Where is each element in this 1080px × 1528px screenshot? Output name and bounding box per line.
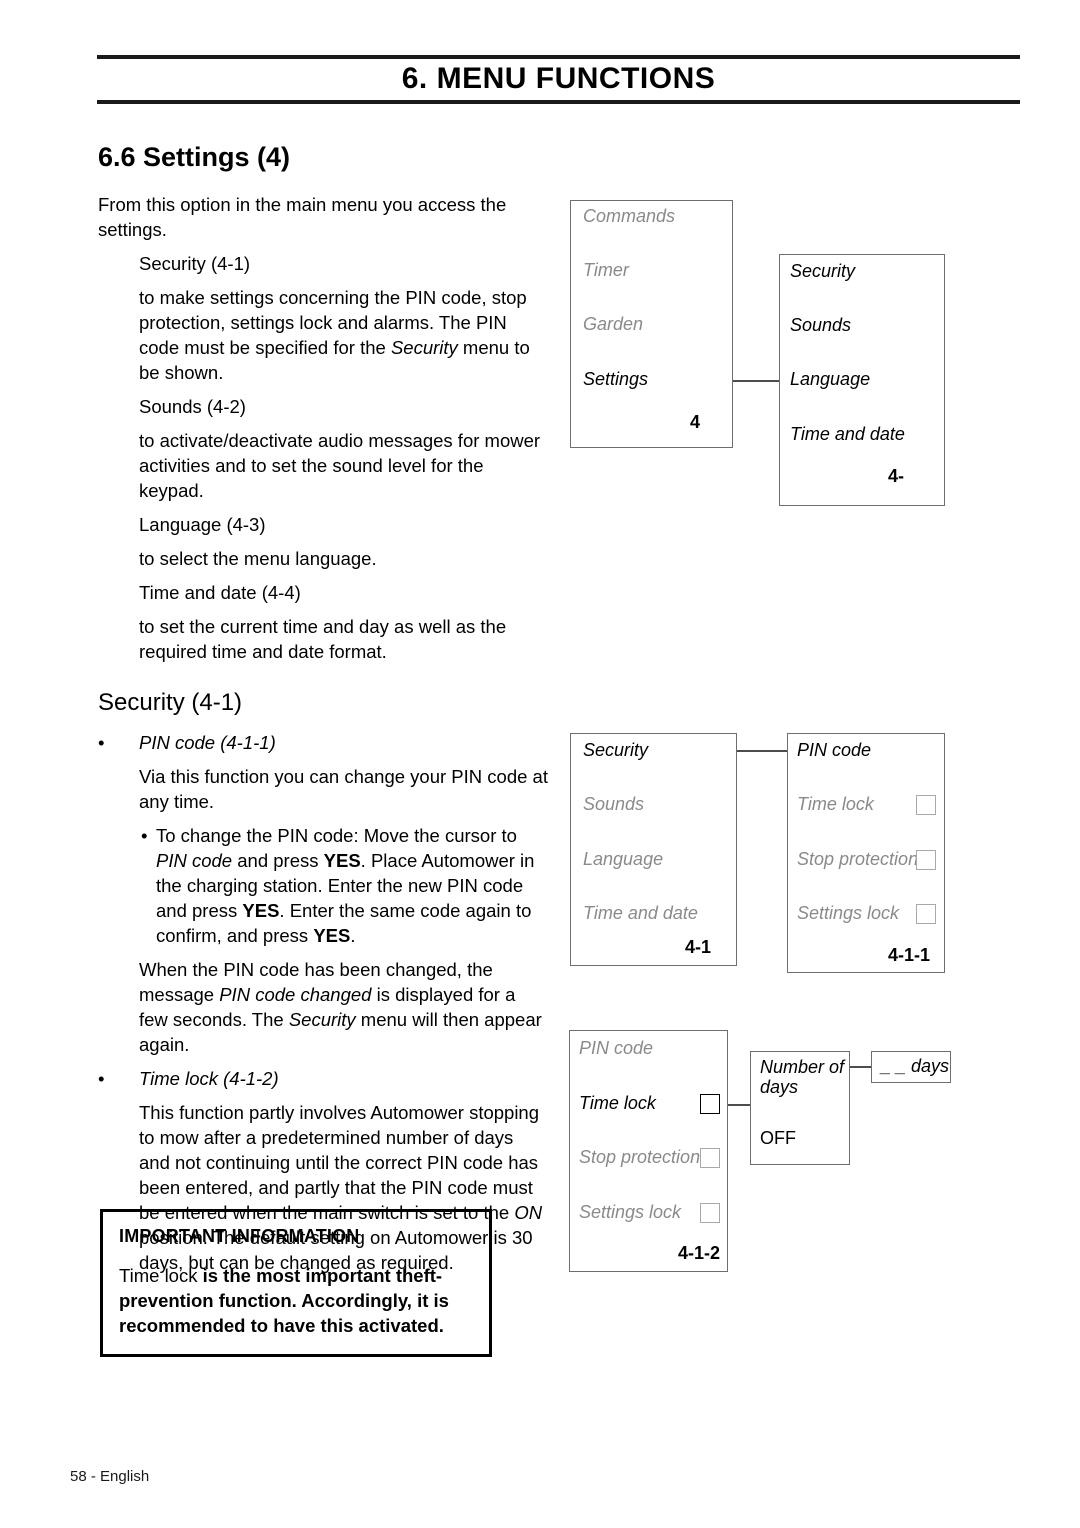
diagram2-item-time-and-date[interactable]: Time and date: [583, 903, 698, 924]
pin-code-changed-paragraph: When the PIN code has been changed, the …: [139, 959, 542, 1055]
diagram3-label-number-of: Number of: [760, 1057, 845, 1077]
item-title-time-and-date: Time and date (4-4): [139, 582, 301, 603]
page-footer: 58 - English: [70, 1468, 150, 1485]
pin-code-intro: Via this function you can change your PI…: [139, 766, 548, 812]
section-heading: 6.6 Settings (4): [98, 142, 291, 172]
important-information-lead: Time lock: [119, 1265, 203, 1286]
item-desc-security: to make settings concerning the PIN code…: [139, 287, 530, 383]
diagram1-item-language[interactable]: Language: [790, 369, 870, 390]
diagram1-connector: [733, 380, 779, 382]
sub-bullet-change-pin: • To change the PIN code: Move the curso…: [139, 823, 548, 948]
diagram1-item-security[interactable]: Security: [790, 261, 855, 282]
important-information-box: IMPORTANT INFORMATION Time lock is the m…: [100, 1209, 492, 1357]
bullet-icon: •: [141, 825, 148, 846]
diagram2-code-security: 4-1: [685, 937, 712, 957]
diagram1-item-settings[interactable]: Settings: [583, 369, 648, 390]
diagram2-checkbox-stop-protection[interactable]: [916, 850, 936, 870]
diagram2-item-pin-code[interactable]: PIN code: [797, 740, 871, 761]
diagram1-item-sounds[interactable]: Sounds: [790, 315, 851, 336]
intro-paragraph: From this option in the main menu you ac…: [98, 194, 507, 240]
bullet-pin-code: • PIN code (4-1-1): [98, 730, 548, 755]
diagram1-item-garden[interactable]: Garden: [583, 314, 643, 335]
important-information-body: Time lock is the most important theft-pr…: [119, 1263, 473, 1338]
item-title-security: Security (4-1): [139, 253, 251, 274]
item-desc-language: to select the menu language.: [139, 548, 377, 569]
diagram2-item-language[interactable]: Language: [583, 849, 663, 870]
diagram1-item-timer[interactable]: Timer: [583, 260, 629, 281]
diagram1-code-main: 4: [690, 412, 701, 432]
diagram1-code-settings: 4-: [888, 466, 905, 486]
diagram3-item-pin-code[interactable]: PIN code: [579, 1038, 653, 1059]
subsection-heading-security: Security (4-1): [98, 689, 243, 716]
bullet-label-time-lock: Time lock (4-1-2): [139, 1068, 279, 1089]
diagram3-code-pin-code: 4-1-2: [678, 1243, 721, 1263]
sub-bullet-text-change-pin: To change the PIN code: Move the cursor …: [156, 825, 535, 946]
diagram3-connector-b: [850, 1066, 871, 1068]
diagram3-checkbox-settings-lock[interactable]: [700, 1203, 720, 1223]
diagram3-days-value[interactable]: _ _ days: [881, 1056, 949, 1077]
diagram2-item-security[interactable]: Security: [583, 740, 648, 761]
diagram3-item-time-lock[interactable]: Time lock: [579, 1093, 656, 1114]
diagram2-checkbox-time-lock[interactable]: [916, 795, 936, 815]
item-title-language: Language (4-3): [139, 514, 266, 535]
diagram3-item-settings-lock[interactable]: Settings lock: [579, 1202, 681, 1223]
bullet-label-pin-code: PIN code (4-1-1): [139, 732, 276, 753]
diagram2-code-pin-code: 4-1-1: [888, 945, 931, 965]
header-rule-bottom: [97, 100, 1020, 104]
diagram3-item-stop-protection[interactable]: Stop protection: [579, 1147, 700, 1168]
page-header: 6. MENU FUNCTIONS: [97, 55, 1020, 104]
bullet-icon: •: [98, 732, 105, 753]
body-text-column: From this option in the main menu you ac…: [98, 192, 548, 1284]
diagram2-connector: [737, 750, 787, 752]
diagram1-item-time-and-date[interactable]: Time and date: [790, 424, 905, 445]
item-desc-sounds: to activate/deactivate audio messages fo…: [139, 430, 541, 501]
important-information-title: IMPORTANT INFORMATION: [119, 1226, 360, 1246]
diagram3-label-days: days: [760, 1077, 799, 1097]
diagram2-item-settings-lock[interactable]: Settings lock: [797, 903, 899, 924]
item-title-sounds: Sounds (4-2): [139, 396, 246, 417]
diagram2-item-sounds[interactable]: Sounds: [583, 794, 644, 815]
diagram1-item-commands[interactable]: Commands: [583, 206, 675, 227]
chapter-title: 6. MENU FUNCTIONS: [401, 62, 716, 95]
bullet-icon: •: [98, 1068, 105, 1089]
diagram3-label-off[interactable]: OFF: [760, 1128, 796, 1149]
diagram3-checkbox-stop-protection[interactable]: [700, 1148, 720, 1168]
diagram2-checkbox-settings-lock[interactable]: [916, 904, 936, 924]
diagram3-checkbox-time-lock[interactable]: [700, 1094, 720, 1114]
diagram2-item-time-lock[interactable]: Time lock: [797, 794, 874, 815]
item-desc-time-and-date: to set the current time and day as well …: [139, 616, 507, 662]
diagram2-item-stop-protection[interactable]: Stop protection: [797, 849, 918, 870]
diagram3-connector-a: [728, 1104, 750, 1106]
bullet-time-lock: • Time lock (4-1-2): [98, 1066, 548, 1091]
